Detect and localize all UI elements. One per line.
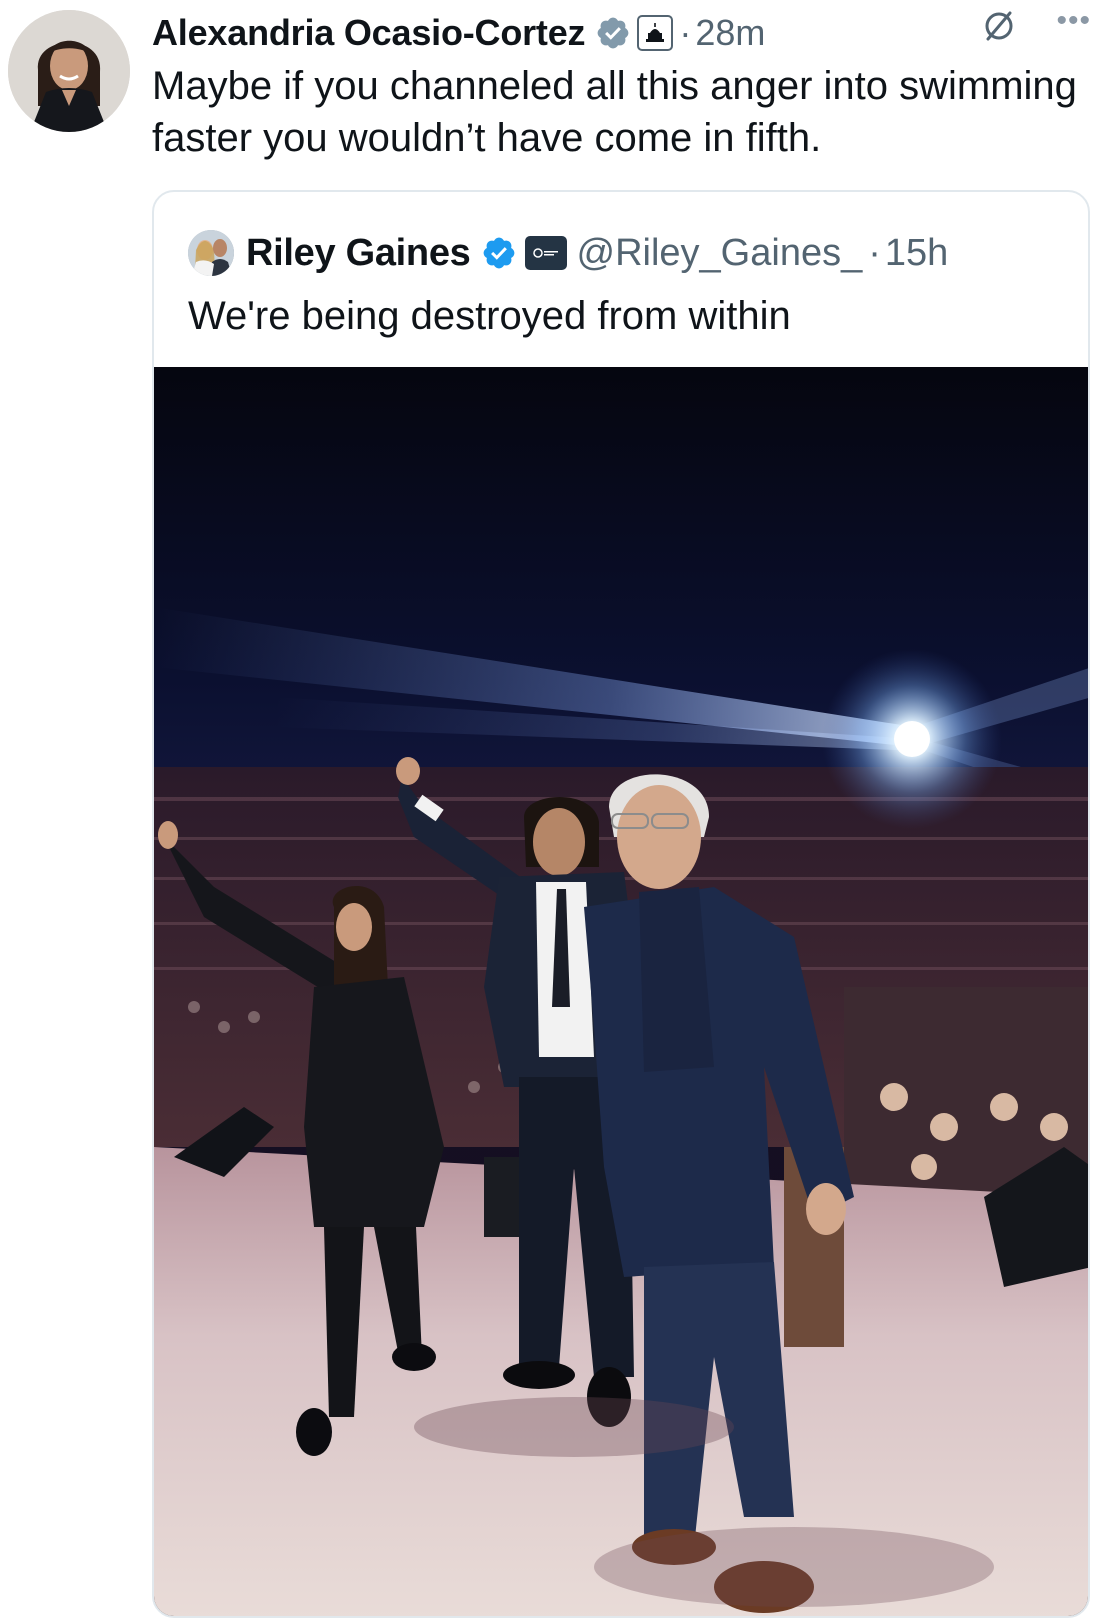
quoted-author-handle[interactable]: @Riley_Gaines_	[577, 232, 863, 275]
tweet: Alexandria Ocasio-Cortez · 28m ••• Maybe…	[0, 0, 1105, 1621]
quoted-tweet-text: We're being destroyed from within	[188, 294, 791, 338]
tweet-header: Alexandria Ocasio-Cortez · 28m	[152, 8, 1092, 58]
tweet-timestamp[interactable]: 28m	[695, 12, 765, 54]
separator-dot: ·	[679, 12, 692, 53]
quoted-tweet-photo[interactable]	[154, 367, 1090, 1618]
verified-badge-icon	[483, 237, 514, 269]
quoted-tweet[interactable]: Riley Gaines @Riley_Gaines_ · 15h We're …	[152, 190, 1090, 1618]
quoted-author-name[interactable]: Riley Gaines	[246, 232, 471, 275]
capitol-building-icon[interactable]	[637, 15, 674, 51]
verified-badge-icon	[597, 17, 629, 49]
separator-dot: ·	[868, 231, 881, 274]
quoted-author-avatar[interactable]	[188, 230, 234, 276]
quoted-tweet-header: Riley Gaines @Riley_Gaines_ · 15h	[188, 228, 948, 278]
organization-logo-icon[interactable]	[524, 236, 567, 270]
author-name[interactable]: Alexandria Ocasio-Cortez	[152, 12, 586, 54]
quoted-tweet-timestamp[interactable]: 15h	[885, 232, 948, 275]
more-icon[interactable]: •••	[1056, 4, 1091, 38]
author-avatar[interactable]	[8, 10, 130, 132]
grok-icon[interactable]	[979, 6, 1019, 46]
tweet-text: Maybe if you channeled all this anger in…	[152, 64, 1077, 160]
